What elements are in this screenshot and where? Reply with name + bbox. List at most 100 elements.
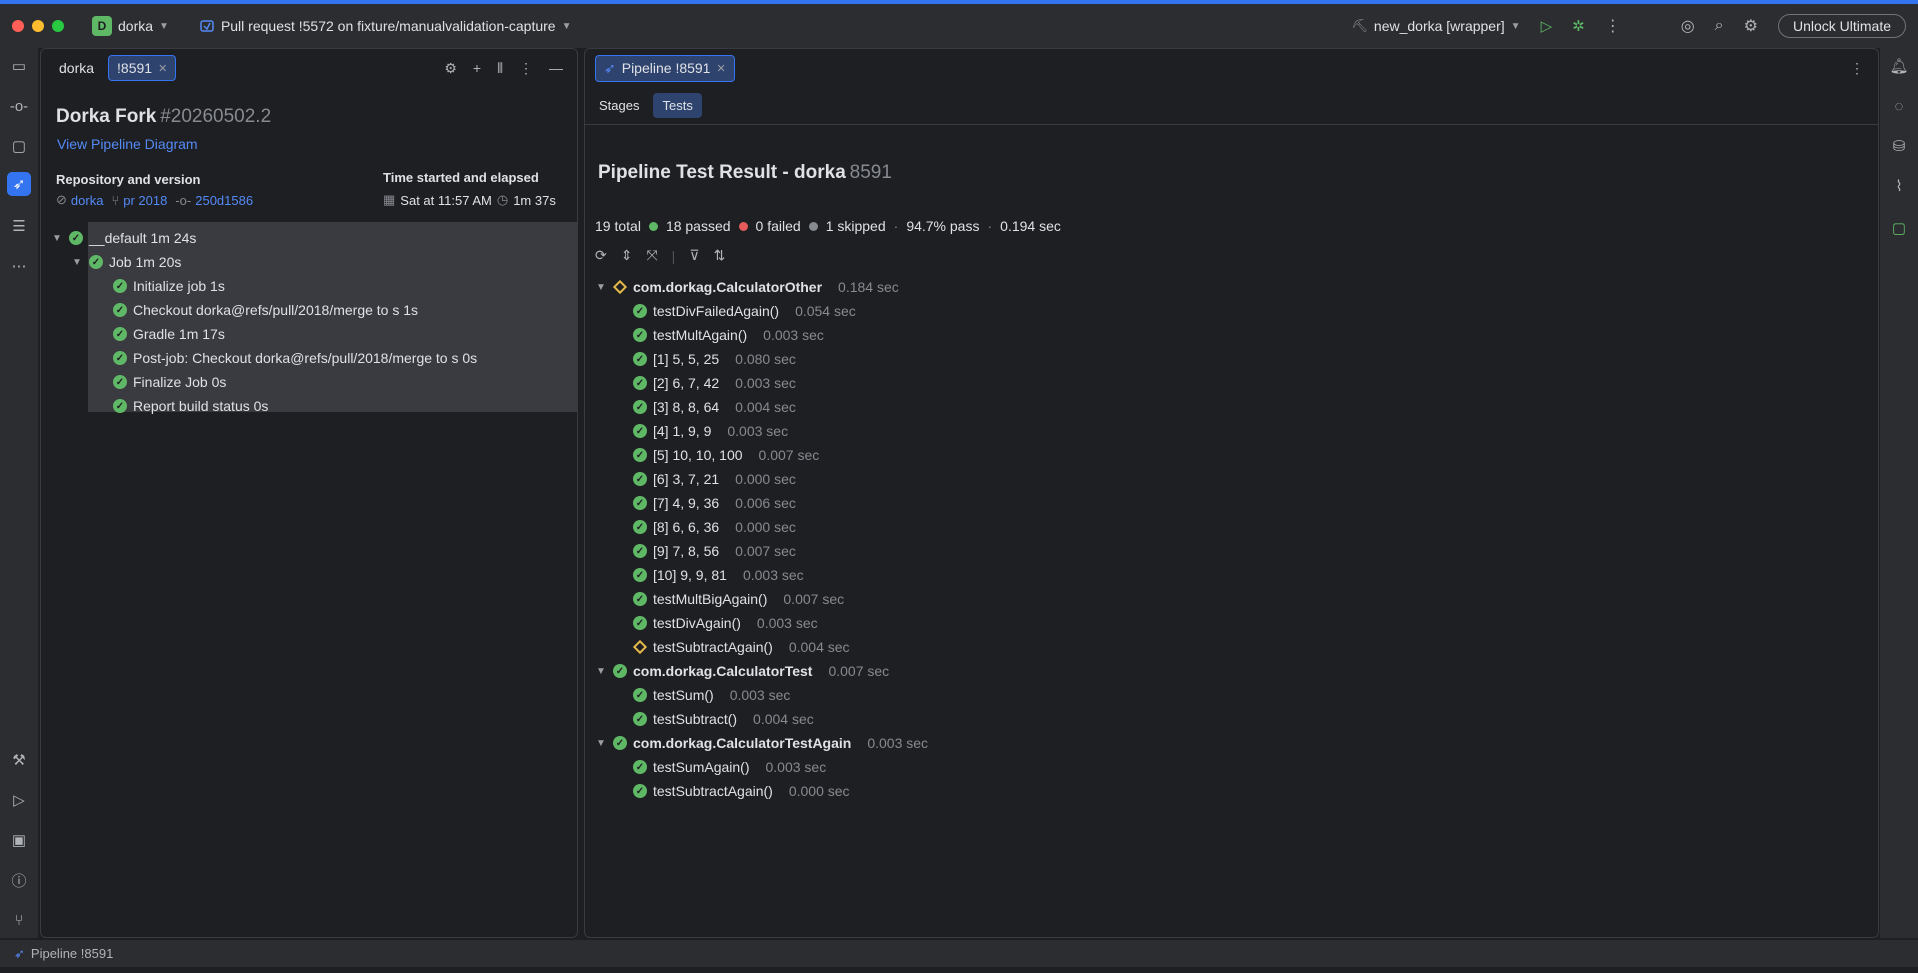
test-case-row[interactable]: ✓ [3] 8, 8, 64 0.004 sec: [633, 397, 796, 417]
branch-switcher[interactable]: Pull request !5572 on fixture/manualvali…: [199, 18, 572, 34]
tree-node-step[interactable]: ✓ Initialize job 1s: [113, 276, 225, 296]
test-case-row[interactable]: ✓ [7] 4, 9, 36 0.006 sec: [633, 493, 796, 513]
pr-link[interactable]: pr 2018: [123, 193, 167, 208]
test-case-row[interactable]: ✓ [1] 5, 5, 25 0.080 sec: [633, 349, 796, 369]
tab-pipeline-8591[interactable]: ➶ Pipeline !8591 ✕: [595, 54, 735, 82]
pipelines-rocket-icon[interactable]: ➶: [7, 172, 31, 196]
search-icon[interactable]: ⌕: [1715, 17, 1724, 35]
chevron-down-icon: ▼: [1510, 20, 1521, 32]
repo-link[interactable]: dorka: [71, 193, 104, 208]
test-case-name: [5] 10, 10, 100: [653, 447, 743, 463]
test-case-row[interactable]: ✓ [6] 3, 7, 21 0.000 sec: [633, 469, 796, 489]
pull-requests-icon[interactable]: ▢: [7, 134, 31, 158]
gradle-icon[interactable]: ⌇: [1887, 174, 1911, 198]
test-case-row[interactable]: ✓ [2] 6, 7, 42 0.003 sec: [633, 373, 796, 393]
ai-chat-icon[interactable]: ◌: [1887, 94, 1911, 118]
terminal-icon[interactable]: ▣: [7, 828, 31, 852]
settings-gear-icon[interactable]: ⚙: [1744, 16, 1758, 36]
close-window-button[interactable]: [12, 20, 24, 32]
zoom-window-button[interactable]: [52, 20, 64, 32]
chevron-down-icon[interactable]: ▼: [595, 282, 607, 293]
close-tab-icon[interactable]: ✕: [158, 62, 167, 75]
tree-node-job[interactable]: ▼ ✓ Job 1m 20s: [71, 252, 181, 272]
tree-node-step[interactable]: ✓ Post-job: Checkout dorka@refs/pull/201…: [113, 348, 477, 368]
chevron-down-icon: ▼: [159, 20, 169, 32]
test-case-row[interactable]: ✓ testSubtract() 0.004 sec: [633, 709, 814, 729]
passed-count: 18 passed: [665, 218, 731, 234]
tab-run-8591[interactable]: !8591 ✕: [108, 55, 177, 81]
test-case-row[interactable]: ✓ testDivFailedAgain() 0.054 sec: [633, 301, 856, 321]
commit-icon[interactable]: -o-: [7, 94, 31, 118]
right-tool-strip: 🔔︎ ◌ ⛁ ⌇ ▢: [1880, 48, 1918, 938]
test-case-row[interactable]: ✓ testMultAgain() 0.003 sec: [633, 325, 824, 345]
sort-icon[interactable]: ⇅: [714, 247, 726, 264]
test-case-row[interactable]: ✓ testSumAgain() 0.003 sec: [633, 757, 826, 777]
test-suite-row[interactable]: ▼ ✓ com.dorkag.CalculatorTest 0.007 sec: [595, 661, 889, 681]
tree-node-step[interactable]: ✓ Gradle 1m 17s: [113, 324, 225, 344]
test-case-row[interactable]: ✓ [9] 7, 8, 56 0.007 sec: [633, 541, 796, 561]
filter-icon[interactable]: ⊽: [689, 247, 699, 264]
chevron-down-icon[interactable]: ▼: [51, 233, 63, 244]
test-case-row[interactable]: ✓ testMultBigAgain() 0.007 sec: [633, 589, 844, 609]
more-tools-icon[interactable]: ⋯: [7, 254, 31, 278]
test-case-row[interactable]: testSubtractAgain() 0.004 sec: [632, 637, 850, 657]
services-icon[interactable]: ▷: [7, 788, 31, 812]
add-icon[interactable]: +: [473, 60, 481, 76]
debug-icon[interactable]: ✲: [1572, 17, 1585, 35]
test-case-duration: 0.000 sec: [735, 471, 796, 487]
chevron-down-icon[interactable]: ▼: [71, 257, 83, 268]
test-case-name: testMultAgain(): [653, 327, 748, 343]
refresh-icon[interactable]: ⟳: [595, 247, 607, 264]
structure-icon[interactable]: ☰: [7, 214, 31, 238]
chevron-down-icon[interactable]: ▼: [595, 738, 607, 749]
test-case-row[interactable]: ✓ testDivAgain() 0.003 sec: [633, 613, 818, 633]
tests-toolbar: ⟳ ⇕ ⤧ | ⊽ ⇅: [595, 247, 725, 264]
project-folder-icon[interactable]: ▭: [7, 54, 31, 78]
more-options-icon[interactable]: ⋮: [519, 60, 533, 77]
commit-link[interactable]: 250d1586: [195, 193, 253, 208]
tab-stages[interactable]: Stages: [591, 94, 647, 117]
minimize-panel-icon[interactable]: —: [549, 60, 563, 76]
tree-node-step[interactable]: ✓ Report build status 0s: [113, 396, 268, 416]
project-switcher[interactable]: D dorka ▼: [92, 16, 169, 36]
tab-tests[interactable]: Tests: [653, 93, 702, 118]
test-case-name: [10] 9, 9, 81: [653, 567, 727, 583]
run-config-selector[interactable]: ⛏ new_dorka [wrapper] ▼: [1351, 18, 1520, 34]
chevron-down-icon[interactable]: ▼: [595, 666, 607, 677]
test-case-name: [7] 4, 9, 36: [653, 495, 720, 511]
view-pipeline-diagram-link[interactable]: View Pipeline Diagram: [57, 136, 198, 152]
database-icon[interactable]: ⛁: [1887, 134, 1911, 158]
pull-request-icon: ⑂: [111, 192, 120, 208]
collapse-all-icon[interactable]: ⤧: [646, 247, 657, 264]
test-suite-row[interactable]: ▼ ✓ com.dorkag.CalculatorTestAgain 0.003 se…: [595, 733, 928, 753]
more-actions-icon[interactable]: ⋮: [1605, 16, 1621, 36]
test-case-row[interactable]: ✓ testSum() 0.003 sec: [633, 685, 790, 705]
test-case-row[interactable]: ✓ [4] 1, 9, 9 0.003 sec: [633, 421, 788, 441]
notifications-bell-icon[interactable]: 🔔︎: [1887, 54, 1911, 78]
test-case-duration: 0.004 sec: [753, 711, 814, 727]
unlock-ultimate-button[interactable]: Unlock Ultimate: [1777, 14, 1906, 38]
tree-node-default[interactable]: ▼ ✓ __default 1m 24s: [51, 228, 196, 248]
layout-icon[interactable]: ⫴: [497, 60, 503, 77]
status-label[interactable]: Pipeline !8591: [31, 946, 113, 961]
ai-assistant-icon[interactable]: ◎: [1681, 16, 1695, 36]
build-hammer-icon[interactable]: ⚒: [7, 748, 31, 772]
git-branch-icon[interactable]: ⑂: [7, 908, 31, 932]
test-case-row[interactable]: ✓ [5] 10, 10, 100 0.007 sec: [633, 445, 819, 465]
test-case-row[interactable]: ✓ testSubtractAgain() 0.000 sec: [633, 781, 850, 801]
minimize-window-button[interactable]: [32, 20, 44, 32]
tab-dorka[interactable]: dorka: [51, 56, 102, 80]
test-suite-row[interactable]: ▼ com.dorkag.CalculatorOther 0.184 sec: [595, 277, 899, 297]
tree-node-step[interactable]: ✓ Checkout dorka@refs/pull/2018/merge to…: [113, 300, 418, 320]
problems-icon[interactable]: ⓘ: [7, 868, 31, 892]
device-icon[interactable]: ▢: [1887, 216, 1911, 240]
test-case-row[interactable]: ✓ [10] 9, 9, 81 0.003 sec: [633, 565, 804, 585]
settings-gear-icon[interactable]: ⚙: [444, 60, 457, 77]
toolbar-divider: |: [671, 247, 676, 264]
run-icon[interactable]: ▷: [1541, 17, 1553, 35]
expand-all-icon[interactable]: ⇕: [621, 247, 633, 264]
close-tab-icon[interactable]: ✕: [716, 62, 725, 75]
tree-node-step[interactable]: ✓ Finalize Job 0s: [113, 372, 226, 392]
more-options-icon[interactable]: ⋮: [1850, 60, 1864, 77]
test-case-row[interactable]: ✓ [8] 6, 6, 36 0.000 sec: [633, 517, 796, 537]
